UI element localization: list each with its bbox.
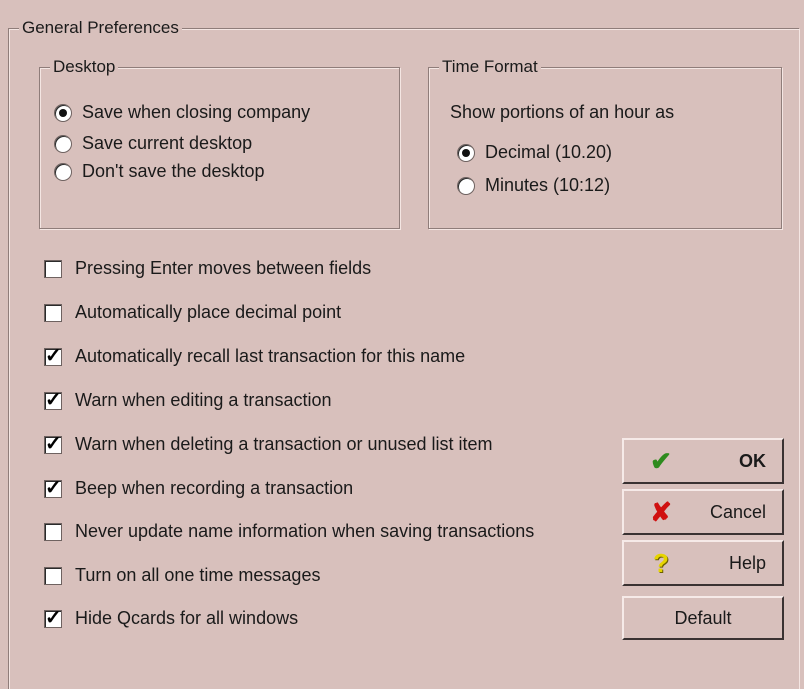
checkmark-icon: ✔: [650, 445, 672, 476]
checkbox-row[interactable]: ✓ Warn when deleting a transaction or unu…: [44, 434, 493, 455]
checkbox[interactable]: ✓: [44, 434, 62, 454]
radio-button[interactable]: [457, 176, 475, 195]
checkbox-label: Hide Qcards for all windows: [75, 608, 299, 628]
desktop-option-save-closing[interactable]: Save when closing company: [54, 102, 310, 123]
cancel-button[interactable]: ✘ Cancel: [622, 489, 784, 535]
time-format-caption-text: Show portions of an hour as: [450, 102, 675, 122]
time-format-option-label: Minutes (10:12): [485, 175, 611, 195]
radio-button[interactable]: [54, 103, 72, 122]
ok-button-label: OK: [739, 450, 766, 471]
desktop-option-save-current[interactable]: Save current desktop: [54, 133, 252, 154]
checkbox-label: Automatically recall last transaction fo…: [75, 346, 466, 366]
checkbox-row[interactable]: Pressing Enter moves between fields: [44, 258, 371, 279]
checkbox[interactable]: [44, 303, 62, 322]
default-button[interactable]: Default: [622, 596, 784, 640]
time-format-caption: Show portions of an hour as: [450, 102, 674, 123]
radio-button[interactable]: [457, 143, 475, 162]
ok-button[interactable]: ✔ OK: [622, 438, 784, 484]
checkbox[interactable]: [44, 259, 62, 278]
checkbox-label: Never update name information when savin…: [75, 521, 535, 541]
general-preferences-title: General Preferences: [19, 18, 182, 38]
checkbox[interactable]: ✓: [44, 608, 62, 628]
desktop-option-label: Save current desktop: [82, 133, 253, 153]
checkbox-label: Warn when deleting a transaction or unus…: [75, 434, 493, 454]
checkbox-label: Turn on all one time messages: [75, 565, 321, 585]
checkbox-label: Pressing Enter moves between fields: [75, 258, 372, 278]
time-format-option-minutes[interactable]: Minutes (10:12): [457, 175, 610, 196]
checkbox-row[interactable]: ✓ Automatically recall last transaction f…: [44, 346, 465, 367]
x-icon: ✘: [650, 496, 672, 527]
time-format-option-decimal[interactable]: Decimal (10.20): [457, 142, 612, 163]
question-icon: ?: [653, 547, 669, 578]
checkbox-row[interactable]: ✓ Warn when editing a transaction: [44, 390, 331, 411]
desktop-option-label: Save when closing company: [82, 102, 311, 122]
checkbox-label: Automatically place decimal point: [75, 302, 342, 322]
checkbox[interactable]: [44, 522, 62, 541]
checkbox-row[interactable]: ✓ Beep when recording a transaction: [44, 478, 353, 499]
checkbox[interactable]: [44, 566, 62, 585]
desktop-option-label: Don't save the desktop: [82, 161, 265, 181]
help-button-label: Help: [728, 552, 766, 573]
help-button[interactable]: ? Help: [622, 540, 784, 586]
checkbox[interactable]: ✓: [44, 478, 62, 498]
desktop-title: Desktop: [50, 57, 119, 77]
checkbox[interactable]: ✓: [44, 346, 62, 366]
cancel-button-label: Cancel: [709, 501, 766, 522]
checkbox-row[interactable]: Automatically place decimal point: [44, 302, 341, 323]
checkbox-row[interactable]: ✓ Hide Qcards for all windows: [44, 608, 298, 629]
desktop-option-dont-save[interactable]: Don't save the desktop: [54, 161, 265, 182]
default-button-label: Default: [674, 607, 732, 628]
time-format-title: Time Format: [439, 57, 541, 77]
checkbox-label: Warn when editing a transaction: [75, 390, 332, 410]
checkbox-label: Beep when recording a transaction: [75, 478, 354, 498]
checkbox-row[interactable]: Turn on all one time messages: [44, 565, 320, 586]
radio-button[interactable]: [54, 134, 72, 153]
checkbox[interactable]: ✓: [44, 390, 62, 410]
time-format-option-label: Decimal (10.20): [485, 142, 613, 162]
radio-button[interactable]: [54, 162, 72, 181]
checkbox-row[interactable]: Never update name information when savin…: [44, 521, 534, 542]
